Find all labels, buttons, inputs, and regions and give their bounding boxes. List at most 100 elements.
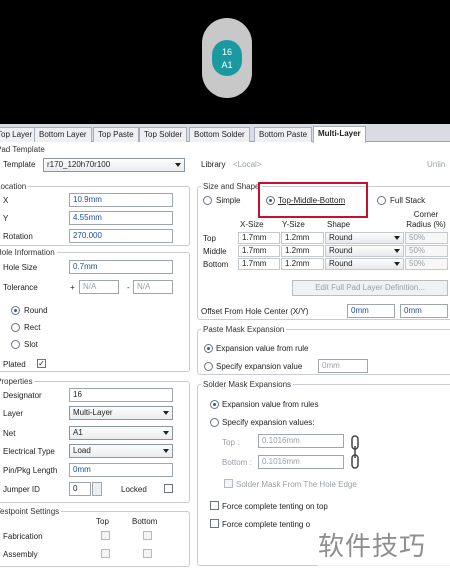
paste-value-input[interactable]: 0mm	[318, 359, 368, 373]
middle-x-size[interactable]: 1.7mm	[238, 245, 280, 257]
chevron-down-icon	[163, 449, 169, 453]
col-x-size: X-Size	[240, 220, 264, 229]
solder-from-edge-checkbox[interactable]	[224, 479, 233, 488]
edit-full-pad-layer-button[interactable]: Edit Full Pad Layer Definition...	[292, 280, 448, 296]
assembly-top-checkbox[interactable]	[101, 549, 110, 558]
template-select[interactable]: r170_120h70r100	[43, 158, 185, 172]
top-x-size[interactable]: 1.7mm	[238, 232, 280, 244]
hole-size-input[interactable]: 0.7mm	[69, 260, 173, 274]
pin-pkg-length-label: Pin/Pkg Length	[3, 466, 58, 475]
electrical-type-value: Load	[73, 446, 91, 455]
bottom-corner-radius[interactable]: 50%	[405, 258, 448, 270]
assembly-bottom-checkbox[interactable]	[143, 549, 152, 558]
layer-select[interactable]: Multi-Layer	[69, 406, 173, 420]
section-location: Location	[0, 182, 29, 192]
pad-label: 16 A1	[212, 46, 242, 72]
solder-top-input[interactable]: 0.1016mm	[258, 434, 344, 448]
link-icon[interactable]	[350, 434, 360, 470]
hole-shape-slot-radio[interactable]	[11, 340, 20, 349]
rotation-label: Rotation	[3, 232, 33, 241]
section-pad-template: Pad Template	[0, 145, 45, 154]
middle-y-size[interactable]: 1.2mm	[281, 245, 324, 257]
paste-specify-label: Specify expansion value	[216, 362, 303, 371]
row-top-label: Top	[203, 234, 216, 243]
net-value: A1	[73, 428, 83, 437]
tab-top-solder[interactable]: Top Solder	[139, 127, 188, 142]
col-y-size: Y-Size	[282, 220, 305, 229]
bottom-shape-select[interactable]: Round	[325, 258, 404, 270]
locked-checkbox[interactable]	[164, 484, 173, 493]
net-select[interactable]: A1	[69, 426, 173, 440]
top-shape-value: Round	[329, 233, 353, 242]
tent-bottom-checkbox[interactable]	[210, 519, 219, 528]
solder-from-rules-radio[interactable]	[210, 400, 219, 409]
tolerance-plus-input[interactable]: N/A	[79, 280, 119, 294]
offset-y-input[interactable]: 0mm	[400, 304, 448, 318]
plated-label: Plated	[3, 360, 26, 369]
bottom-shape-value: Round	[329, 259, 353, 268]
pad-net: A1	[221, 60, 233, 70]
tab-bottom-paste[interactable]: Bottom Paste	[254, 127, 313, 142]
chevron-down-icon	[394, 236, 400, 240]
electrical-type-select[interactable]: Load	[69, 444, 173, 458]
solder-specify-label: Specify expansion values:	[222, 418, 315, 427]
offset-x-input[interactable]: 0mm	[347, 304, 395, 318]
solder-from-edge-label: Solder Mask From The Hole Edge	[236, 480, 357, 489]
middle-shape-select[interactable]: Round	[325, 245, 404, 257]
row-bottom-label: Bottom	[203, 260, 229, 269]
bottom-y-size[interactable]: 1.2mm	[281, 258, 324, 270]
tab-multi-layer[interactable]: Multi-Layer	[313, 126, 366, 143]
bottom-x-size[interactable]: 1.7mm	[238, 258, 280, 270]
tab-bottom-solder[interactable]: Bottom Solder	[189, 127, 250, 142]
plated-checkbox[interactable]: ✓	[37, 359, 46, 368]
shape-mode-simple-radio[interactable]	[203, 196, 212, 205]
middle-corner-radius[interactable]: 50%	[405, 245, 448, 257]
electrical-type-label: Electrical Type	[3, 447, 55, 456]
jumper-id-spinner[interactable]	[92, 482, 102, 496]
hole-shape-round-radio[interactable]	[11, 306, 20, 315]
hole-shape-rect-label: Rect	[24, 323, 41, 332]
tent-top-label: Force complete tenting on top	[222, 502, 328, 511]
tab-top-layer[interactable]: Top Layer	[0, 127, 38, 142]
shape-mode-simple-label: Simple	[216, 196, 241, 205]
top-corner-radius[interactable]: 50%	[405, 232, 448, 244]
hole-shape-slot-label: Slot	[24, 340, 38, 349]
x-label: X	[3, 196, 9, 205]
tent-bottom-label: Force complete tenting o	[222, 520, 311, 529]
row-middle-label: Middle	[203, 247, 227, 256]
y-label: Y	[3, 214, 9, 223]
tolerance-plus-sign: +	[70, 283, 75, 292]
rotation-input[interactable]: 270.000	[69, 229, 173, 243]
paste-specify-radio[interactable]	[204, 362, 213, 371]
top-shape-select[interactable]: Round	[325, 232, 404, 244]
designator-input[interactable]: 16	[69, 388, 173, 402]
tolerance-label: Tolerance	[3, 283, 38, 292]
jumper-id-label: Jumper ID	[3, 485, 40, 494]
testpoint-bottom-header: Bottom	[132, 517, 158, 526]
library-value: <Local>	[233, 160, 262, 169]
paste-from-rule-radio[interactable]	[204, 344, 213, 353]
solder-bottom-input[interactable]: 0.1016mm	[258, 455, 344, 469]
chevron-down-icon	[163, 431, 169, 435]
shape-mode-full-stack-radio[interactable]	[377, 196, 386, 205]
designator-label: Designator	[3, 391, 42, 400]
fabrication-bottom-checkbox[interactable]	[143, 531, 152, 540]
pin-pkg-length-input[interactable]: 0mm	[69, 463, 173, 477]
section-solder-mask: Solder Mask Expansions	[201, 380, 294, 390]
y-input[interactable]: 4.55mm	[69, 211, 173, 225]
top-y-size[interactable]: 1.2mm	[281, 232, 324, 244]
solder-specify-radio[interactable]	[210, 418, 219, 427]
tent-top-checkbox[interactable]	[210, 501, 219, 510]
jumper-id-input[interactable]: 0	[69, 482, 91, 496]
solder-top-label: Top :	[222, 438, 240, 447]
chevron-down-icon	[163, 411, 169, 415]
chevron-down-icon	[175, 163, 181, 167]
fabrication-top-checkbox[interactable]	[101, 531, 110, 540]
hole-shape-rect-radio[interactable]	[11, 323, 20, 332]
tab-top-paste[interactable]: Top Paste	[93, 127, 139, 142]
paste-from-rule-label: Expansion value from rule	[216, 344, 309, 353]
tab-bottom-layer[interactable]: Bottom Layer	[34, 127, 92, 142]
x-input[interactable]: 10.9mm	[69, 193, 173, 207]
shape-mode-full-stack-label: Full Stack	[390, 196, 426, 205]
tolerance-minus-input[interactable]: N/A	[133, 280, 173, 294]
